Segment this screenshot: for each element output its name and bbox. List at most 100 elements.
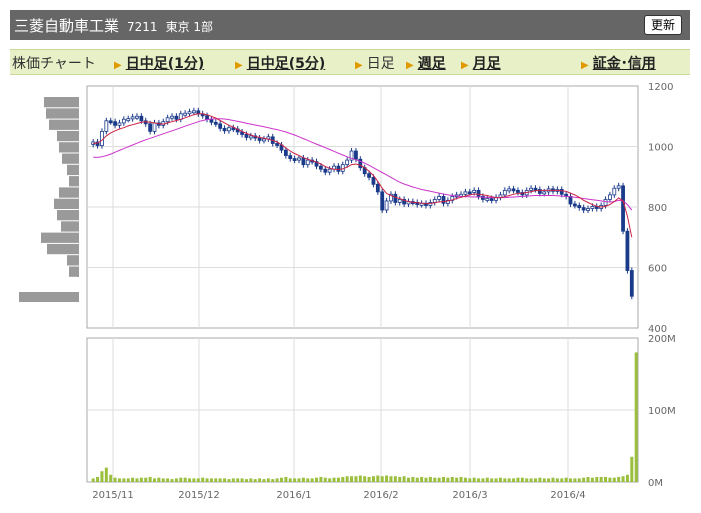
volume-bar: [157, 477, 161, 482]
candle-body: [187, 111, 192, 115]
candle: [380, 188, 385, 214]
volume-bar: [490, 478, 494, 482]
candle-body: [608, 194, 612, 200]
volume-bar: [271, 479, 275, 482]
volume-bar: [555, 478, 559, 482]
volume-bar: [170, 479, 174, 482]
volume-bar: [437, 477, 441, 482]
volume-bar: [604, 476, 608, 482]
volume-bar: [183, 477, 187, 482]
volume-bar: [139, 477, 143, 482]
candle-body: [323, 168, 328, 173]
candle-body: [384, 200, 389, 211]
volume-bar: [306, 478, 310, 482]
volume-bar: [625, 474, 629, 482]
x-tick-label: 2016/2: [363, 490, 398, 501]
candle-body: [393, 193, 398, 203]
volume-bar: [415, 477, 419, 482]
volume-bar: [96, 476, 100, 482]
candle-body: [476, 189, 481, 197]
volume-bar: [231, 478, 235, 482]
candle-body: [213, 121, 218, 125]
volume-bar: [481, 478, 485, 482]
volume-bar: [428, 476, 432, 482]
candle-body: [148, 123, 153, 132]
candle-body: [292, 158, 297, 162]
volume-bar: [227, 479, 231, 482]
volume-bar: [310, 478, 314, 482]
candle-body: [301, 157, 306, 166]
volume-bar: [468, 478, 472, 482]
volume-bar: [100, 471, 104, 482]
volume-bar: [201, 477, 205, 482]
candle-body: [209, 118, 214, 123]
candle-body: [170, 115, 174, 119]
volume-bar: [573, 478, 577, 482]
volume-bar: [293, 478, 297, 482]
volume-bar: [599, 476, 603, 482]
candle-body: [380, 191, 385, 211]
volume-bar: [345, 476, 349, 482]
volume-bar: [371, 476, 375, 482]
price-tick-label: 800: [648, 203, 667, 214]
candle-body: [577, 205, 582, 209]
volume-profile-bar: [67, 255, 79, 266]
candle-body: [108, 120, 113, 124]
volume-bar: [223, 478, 227, 482]
volume-bar: [358, 475, 362, 482]
volume-bar: [192, 478, 196, 482]
candle-body: [130, 116, 135, 120]
candle-body: [463, 191, 468, 195]
candle-body: [192, 110, 196, 114]
volume-bar: [284, 476, 288, 482]
price-tick-label: 1000: [648, 143, 673, 154]
volume-bar: [538, 477, 542, 482]
volume-bar: [582, 477, 586, 482]
volume-bar: [433, 477, 437, 482]
volume-bar: [91, 478, 95, 482]
volume-bar: [131, 477, 135, 482]
volume-bar: [406, 477, 410, 482]
candle-body: [616, 185, 621, 189]
candle-body: [275, 143, 280, 146]
candle-body: [262, 138, 266, 142]
volume-profile-bar: [61, 221, 79, 232]
volume-bar: [525, 478, 529, 482]
candle-body: [507, 188, 512, 192]
volume-bar: [380, 476, 384, 482]
candle-body: [121, 118, 126, 124]
volume-bar: [542, 478, 546, 482]
volume-bar: [144, 477, 148, 482]
volume-bar: [450, 476, 454, 482]
candle-body: [257, 137, 262, 141]
volume-bar: [122, 478, 126, 482]
x-tick-label: 2015/12: [178, 490, 220, 501]
volume-bar: [630, 456, 634, 482]
volume-bar: [341, 476, 345, 482]
x-tick-label: 2016/4: [550, 490, 585, 501]
volume-bar: [516, 477, 520, 482]
volume-bar: [117, 478, 121, 482]
candle-body: [542, 191, 547, 195]
candle-body: [441, 196, 446, 204]
candle: [621, 182, 625, 235]
volume-bar: [336, 477, 340, 482]
candle-body: [244, 133, 249, 138]
candle-body: [345, 159, 350, 166]
volume-bar: [424, 477, 428, 482]
volume-bar: [301, 477, 305, 482]
candle-body: [183, 112, 188, 116]
volume-bar: [551, 477, 555, 482]
candle-body: [572, 203, 577, 207]
volume-bar: [389, 476, 393, 482]
volume-bar: [564, 477, 568, 482]
candle-body: [590, 205, 595, 209]
candle-body: [437, 196, 442, 200]
volume-bar: [266, 478, 270, 482]
candle-body: [529, 187, 533, 191]
candle-body: [354, 150, 358, 160]
volume-bar: [586, 476, 590, 482]
volume-bar: [420, 476, 424, 482]
volume-profile-bar: [62, 153, 79, 164]
candle-body: [205, 115, 209, 120]
